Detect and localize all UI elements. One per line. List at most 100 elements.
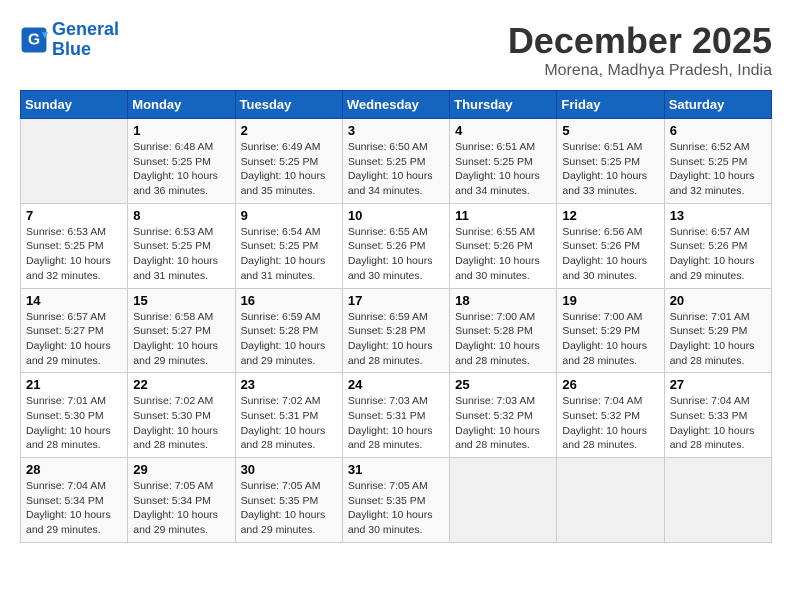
calendar-cell: 2 Sunrise: 6:49 AM Sunset: 5:25 PM Daylig…	[235, 119, 342, 204]
day-info: Sunrise: 6:56 AM Sunset: 5:26 PM Dayligh…	[562, 225, 658, 284]
calendar-cell: 5Sunrise: 6:51 AM Sunset: 5:25 PM Daylig…	[557, 119, 664, 204]
day-number: 26	[562, 377, 658, 392]
calendar-cell	[21, 119, 128, 204]
day-number: 23	[241, 377, 337, 392]
calendar-cell: 3 Sunrise: 6:50 AM Sunset: 5:25 PM Daylig…	[342, 119, 449, 204]
day-info: Sunrise: 7:04 AM Sunset: 5:32 PM Dayligh…	[562, 394, 658, 453]
day-number: 8	[133, 208, 229, 223]
calendar-week-1: 1 Sunrise: 6:48 AM Sunset: 5:25 PM Daylig…	[21, 119, 772, 204]
day-info: Sunrise: 6:53 AM Sunset: 5:25 PM Dayligh…	[133, 225, 229, 284]
day-info: Sunrise: 7:02 AM Sunset: 5:30 PM Dayligh…	[133, 394, 229, 453]
day-info: Sunrise: 6:55 AM Sunset: 5:26 PM Dayligh…	[455, 225, 551, 284]
header-saturday: Saturday	[664, 91, 771, 119]
calendar-cell: 19Sunrise: 7:00 AM Sunset: 5:29 PM Dayli…	[557, 288, 664, 373]
calendar-cell: 4Sunrise: 6:51 AM Sunset: 5:25 PM Daylig…	[450, 119, 557, 204]
day-number: 10	[348, 208, 444, 223]
logo-line1: General	[52, 19, 119, 39]
day-info: Sunrise: 7:04 AM Sunset: 5:33 PM Dayligh…	[670, 394, 766, 453]
day-info: Sunrise: 6:50 AM Sunset: 5:25 PM Dayligh…	[348, 140, 444, 199]
calendar-cell: 1 Sunrise: 6:48 AM Sunset: 5:25 PM Daylig…	[128, 119, 235, 204]
month-title: December 2025	[508, 20, 772, 62]
day-info: Sunrise: 7:05 AM Sunset: 5:34 PM Dayligh…	[133, 479, 229, 538]
logo-icon: G	[20, 26, 48, 54]
calendar-cell: 7 Sunrise: 6:53 AM Sunset: 5:25 PM Daylig…	[21, 203, 128, 288]
logo: G General Blue	[20, 20, 119, 60]
calendar-cell: 14 Sunrise: 6:57 AM Sunset: 5:27 PM Dayli…	[21, 288, 128, 373]
day-number: 14	[26, 293, 122, 308]
calendar-week-3: 14 Sunrise: 6:57 AM Sunset: 5:27 PM Dayli…	[21, 288, 772, 373]
day-info: Sunrise: 6:52 AM Sunset: 5:25 PM Dayligh…	[670, 140, 766, 199]
day-number: 9	[241, 208, 337, 223]
day-number: 1	[133, 123, 229, 138]
day-info: Sunrise: 6:58 AM Sunset: 5:27 PM Dayligh…	[133, 310, 229, 369]
calendar-cell	[557, 458, 664, 543]
calendar-cell	[664, 458, 771, 543]
header-sunday: Sunday	[21, 91, 128, 119]
calendar-cell: 23Sunrise: 7:02 AM Sunset: 5:31 PM Dayli…	[235, 373, 342, 458]
day-info: Sunrise: 7:01 AM Sunset: 5:30 PM Dayligh…	[26, 394, 122, 453]
calendar-cell: 26 Sunrise: 7:04 AM Sunset: 5:32 PM Dayli…	[557, 373, 664, 458]
day-number: 6	[670, 123, 766, 138]
day-number: 12	[562, 208, 658, 223]
calendar-cell: 22 Sunrise: 7:02 AM Sunset: 5:30 PM Dayli…	[128, 373, 235, 458]
day-info: Sunrise: 7:05 AM Sunset: 5:35 PM Dayligh…	[348, 479, 444, 538]
calendar-week-2: 7 Sunrise: 6:53 AM Sunset: 5:25 PM Daylig…	[21, 203, 772, 288]
day-number: 13	[670, 208, 766, 223]
day-info: Sunrise: 6:59 AM Sunset: 5:28 PM Dayligh…	[241, 310, 337, 369]
calendar-cell: 8 Sunrise: 6:53 AM Sunset: 5:25 PM Daylig…	[128, 203, 235, 288]
day-number: 2	[241, 123, 337, 138]
day-info: Sunrise: 6:51 AM Sunset: 5:25 PM Dayligh…	[562, 140, 658, 199]
day-number: 28	[26, 462, 122, 477]
day-number: 29	[133, 462, 229, 477]
calendar-cell: 29 Sunrise: 7:05 AM Sunset: 5:34 PM Dayli…	[128, 458, 235, 543]
day-info: Sunrise: 6:59 AM Sunset: 5:28 PM Dayligh…	[348, 310, 444, 369]
day-number: 18	[455, 293, 551, 308]
day-info: Sunrise: 7:04 AM Sunset: 5:34 PM Dayligh…	[26, 479, 122, 538]
day-info: Sunrise: 6:53 AM Sunset: 5:25 PM Dayligh…	[26, 225, 122, 284]
calendar-cell: 24Sunrise: 7:03 AM Sunset: 5:31 PM Dayli…	[342, 373, 449, 458]
header-monday: Monday	[128, 91, 235, 119]
day-info: Sunrise: 6:55 AM Sunset: 5:26 PM Dayligh…	[348, 225, 444, 284]
calendar-cell: 20Sunrise: 7:01 AM Sunset: 5:29 PM Dayli…	[664, 288, 771, 373]
day-number: 21	[26, 377, 122, 392]
calendar-body: 1 Sunrise: 6:48 AM Sunset: 5:25 PM Daylig…	[21, 119, 772, 543]
calendar-cell: 18 Sunrise: 7:00 AM Sunset: 5:28 PM Dayli…	[450, 288, 557, 373]
calendar-table: Sunday Monday Tuesday Wednesday Thursday…	[20, 90, 772, 543]
day-number: 19	[562, 293, 658, 308]
logo-line2: Blue	[52, 39, 91, 59]
calendar-cell: 25 Sunrise: 7:03 AM Sunset: 5:32 PM Dayli…	[450, 373, 557, 458]
day-number: 22	[133, 377, 229, 392]
svg-text:G: G	[28, 31, 40, 48]
header-thursday: Thursday	[450, 91, 557, 119]
day-number: 31	[348, 462, 444, 477]
day-info: Sunrise: 7:03 AM Sunset: 5:31 PM Dayligh…	[348, 394, 444, 453]
calendar-week-5: 28 Sunrise: 7:04 AM Sunset: 5:34 PM Dayli…	[21, 458, 772, 543]
day-number: 16	[241, 293, 337, 308]
day-number: 27	[670, 377, 766, 392]
calendar-cell: 11Sunrise: 6:55 AM Sunset: 5:26 PM Dayli…	[450, 203, 557, 288]
day-info: Sunrise: 6:48 AM Sunset: 5:25 PM Dayligh…	[133, 140, 229, 199]
day-number: 30	[241, 462, 337, 477]
day-info: Sunrise: 7:00 AM Sunset: 5:28 PM Dayligh…	[455, 310, 551, 369]
calendar-cell: 30 Sunrise: 7:05 AM Sunset: 5:35 PM Dayli…	[235, 458, 342, 543]
header-wednesday: Wednesday	[342, 91, 449, 119]
page-header: G General Blue December 2025 Morena, Mad…	[20, 20, 772, 80]
day-info: Sunrise: 6:49 AM Sunset: 5:25 PM Dayligh…	[241, 140, 337, 199]
day-number: 3	[348, 123, 444, 138]
day-number: 25	[455, 377, 551, 392]
day-info: Sunrise: 7:01 AM Sunset: 5:29 PM Dayligh…	[670, 310, 766, 369]
day-number: 7	[26, 208, 122, 223]
calendar-cell: 21 Sunrise: 7:01 AM Sunset: 5:30 PM Dayli…	[21, 373, 128, 458]
calendar-cell: 15 Sunrise: 6:58 AM Sunset: 5:27 PM Dayli…	[128, 288, 235, 373]
day-info: Sunrise: 7:05 AM Sunset: 5:35 PM Dayligh…	[241, 479, 337, 538]
calendar-header: Sunday Monday Tuesday Wednesday Thursday…	[21, 91, 772, 119]
header-tuesday: Tuesday	[235, 91, 342, 119]
title-block: December 2025 Morena, Madhya Pradesh, In…	[508, 20, 772, 80]
day-info: Sunrise: 7:03 AM Sunset: 5:32 PM Dayligh…	[455, 394, 551, 453]
day-number: 15	[133, 293, 229, 308]
calendar-cell: 31 Sunrise: 7:05 AM Sunset: 5:35 PM Dayli…	[342, 458, 449, 543]
calendar-cell: 17Sunrise: 6:59 AM Sunset: 5:28 PM Dayli…	[342, 288, 449, 373]
day-info: Sunrise: 6:57 AM Sunset: 5:27 PM Dayligh…	[26, 310, 122, 369]
header-row: Sunday Monday Tuesday Wednesday Thursday…	[21, 91, 772, 119]
day-info: Sunrise: 6:51 AM Sunset: 5:25 PM Dayligh…	[455, 140, 551, 199]
